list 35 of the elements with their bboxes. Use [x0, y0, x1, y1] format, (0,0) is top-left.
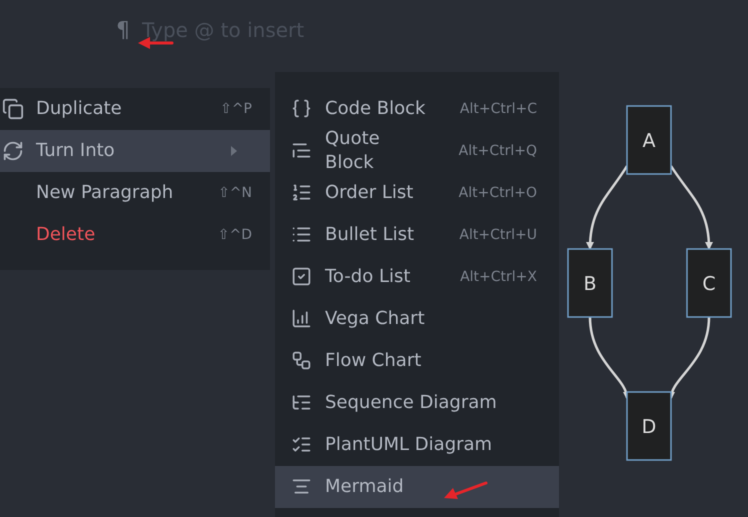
submenu-item[interactable]: Flow Chart: [275, 340, 559, 382]
refresh-icon: [2, 140, 24, 162]
submenu-item[interactable]: Sequence Diagram: [275, 382, 559, 424]
flowchart-node: B: [567, 248, 613, 318]
submenu-item[interactable]: Code Block Alt+Ctrl+C: [275, 88, 559, 130]
submenu-item[interactable]: Mermaid: [275, 466, 559, 508]
numbered-list-icon: [291, 182, 312, 203]
submenu-item[interactable]: Bullet List Alt+Ctrl+U: [275, 214, 559, 256]
shortcut-text: Alt+Ctrl+C: [460, 101, 537, 117]
menu-item[interactable]: New Paragraph ⇧^N: [0, 172, 270, 214]
shortcut-text: Alt+Ctrl+X: [460, 269, 537, 285]
checkbox-icon: [291, 266, 312, 287]
shortcut-text: ⇧^D: [218, 227, 252, 243]
flow-icon: [291, 350, 312, 371]
submenu-item[interactable]: Vega Chart: [275, 298, 559, 340]
shortcut-text: Alt+Ctrl+Q: [458, 143, 537, 159]
menu-item[interactable]: Duplicate ⇧^P: [0, 88, 270, 130]
copy-icon: [2, 98, 24, 120]
flowchart-node: A: [626, 105, 672, 175]
paragraph-mark: ¶: [116, 18, 130, 42]
menu-item[interactable]: Delete ⇧^D: [0, 214, 270, 256]
bar-chart-icon: [291, 308, 312, 329]
submenu-item[interactable]: To-do List Alt+Ctrl+X: [275, 256, 559, 298]
shortcut-text: ⇧^N: [218, 185, 252, 201]
braces-icon: [291, 98, 312, 119]
shortcut-text: Alt+Ctrl+U: [459, 227, 537, 243]
flowchart-node: D: [626, 391, 672, 461]
shortcut-text: Alt+Ctrl+O: [458, 185, 537, 201]
submenu-item[interactable]: Quote Block Alt+Ctrl+Q: [275, 130, 559, 172]
annotation-arrow: [442, 479, 490, 501]
submenu-item[interactable]: Order List Alt+Ctrl+O: [275, 172, 559, 214]
shortcut-text: ⇧^P: [220, 101, 252, 117]
menu-item[interactable]: Turn Into: [0, 130, 270, 172]
flowchart-node: C: [686, 248, 732, 318]
submenu-item[interactable]: PlantUML Diagram: [275, 424, 559, 466]
